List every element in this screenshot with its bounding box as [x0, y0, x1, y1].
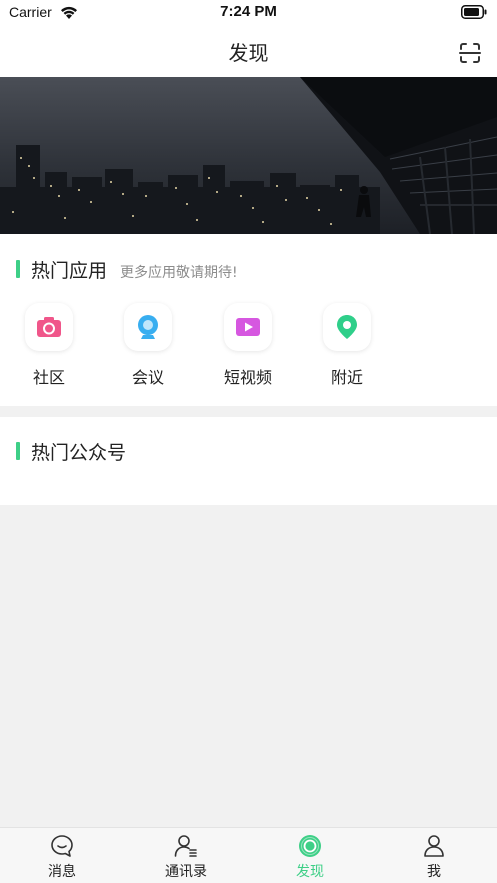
app-community-tile[interactable]	[25, 303, 73, 351]
page-title: 发现	[228, 41, 269, 65]
profile-icon	[424, 835, 444, 857]
nav-bar: 发现	[0, 26, 497, 77]
video-play-icon	[236, 318, 260, 336]
hot-accounts-title: 热门公众号	[31, 442, 127, 464]
tab-contacts[interactable]: 通讯录	[124, 828, 248, 883]
contacts-icon	[174, 835, 197, 857]
app-short-video[interactable]: 短视频	[208, 300, 288, 390]
status-bar: Carrier 7:24 PM	[0, 0, 497, 26]
app-community-label: 社区	[32, 368, 65, 387]
tab-bar: 消息 通讯录 发现 我	[0, 827, 497, 883]
hot-apps-section: 热门应用 更多应用敬请期待! 社区 会议 短视频 附近	[0, 234, 497, 406]
app-meeting[interactable]: 会议	[108, 300, 188, 390]
app-short-video-tile[interactable]	[224, 303, 272, 351]
section-accent-bar	[16, 260, 20, 278]
section-accent-bar	[16, 442, 20, 460]
night-city-skyline-photo	[0, 77, 497, 234]
tab-discover-label: 发现	[296, 864, 324, 880]
location-pin-icon	[337, 315, 357, 339]
tab-messages[interactable]: 消息	[0, 828, 124, 883]
app-nearby-tile[interactable]	[323, 303, 371, 351]
chat-bubble-icon	[51, 835, 73, 857]
battery-icon	[461, 5, 487, 19]
tab-contacts-label: 通讯录	[165, 864, 207, 880]
hot-apps-title: 热门应用	[31, 260, 108, 282]
hot-accounts-section: 热门公众号	[0, 417, 497, 505]
hot-apps-subtitle: 更多应用敬请期待!	[120, 265, 238, 281]
app-nearby-label: 附近	[330, 368, 363, 387]
scan-icon[interactable]	[456, 39, 484, 67]
tab-me-label: 我	[427, 864, 441, 880]
app-community[interactable]: 社区	[9, 300, 89, 390]
discover-icon	[299, 835, 321, 857]
app-meeting-label: 会议	[131, 368, 164, 387]
tab-messages-label: 消息	[48, 864, 76, 880]
app-short-video-label: 短视频	[223, 368, 272, 387]
tab-me[interactable]: 我	[372, 828, 496, 883]
app-meeting-tile[interactable]	[124, 303, 172, 351]
tab-discover[interactable]: 发现	[248, 828, 372, 883]
camera-icon	[37, 317, 61, 337]
webcam-icon	[138, 315, 158, 339]
app-nearby[interactable]: 附近	[307, 300, 387, 390]
status-time: 7:24 PM	[220, 3, 277, 20]
banner-image[interactable]	[0, 77, 497, 234]
